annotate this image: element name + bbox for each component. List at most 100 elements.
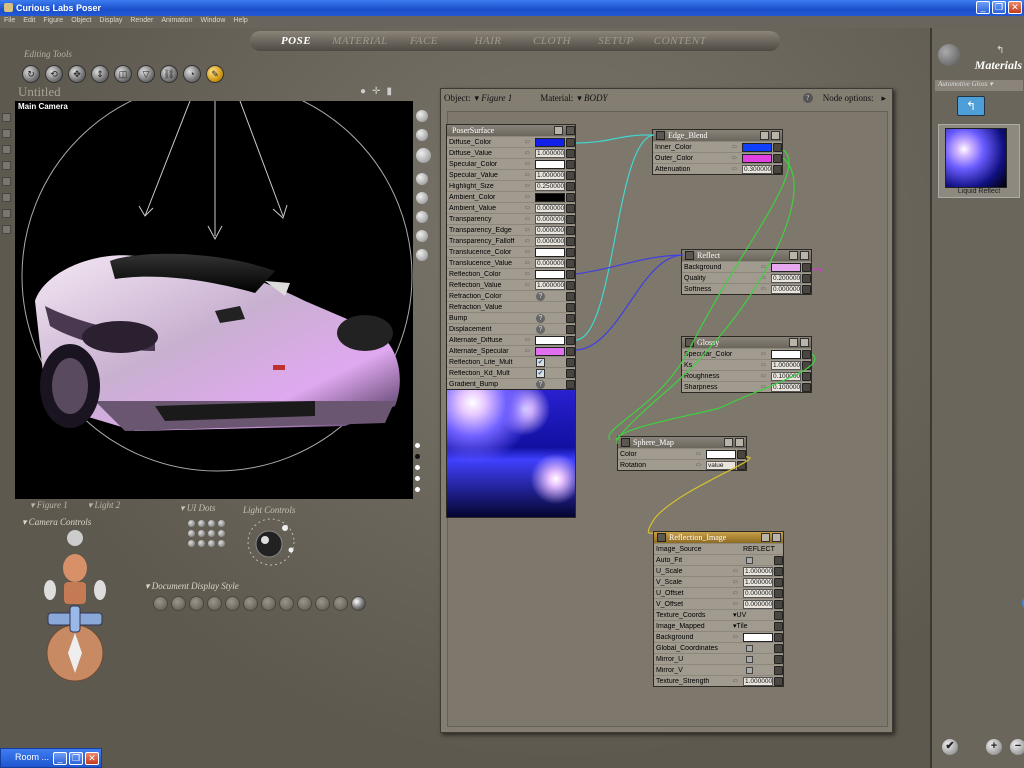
node-param-row[interactable]: U_Scale ▭ 1.000000	[654, 565, 783, 576]
node-param-row[interactable]: Diffuse_Value ▭ 1.000000	[447, 147, 575, 158]
input-plug-icon[interactable]	[802, 349, 811, 359]
control-ball[interactable]	[416, 211, 428, 223]
move-icon[interactable]: ✛	[372, 86, 380, 97]
ui-dot[interactable]	[218, 540, 225, 547]
tab-pose[interactable]: POSE	[264, 35, 328, 47]
node-param-row[interactable]: Reflection_Lite_Mult ✔	[447, 356, 575, 367]
input-plug-icon[interactable]	[773, 142, 782, 152]
input-plug-icon[interactable]	[737, 460, 746, 470]
node-param-row[interactable]: Inner_Color ▭	[653, 141, 782, 152]
display-style-silhouette[interactable]	[153, 596, 168, 611]
tab-setup[interactable]: SETUP	[584, 35, 648, 47]
node-param-row[interactable]: Highlight_Size ▭ 0.250000	[447, 180, 575, 191]
scale-icon[interactable]: ◫	[114, 65, 132, 83]
input-plug-icon[interactable]	[566, 346, 575, 356]
resize-icon[interactable]: ▮	[386, 86, 392, 97]
node-param-row[interactable]: Ambient_Value ▭ 0.000000	[447, 202, 575, 213]
memory-dot[interactable]	[415, 454, 420, 459]
color-swatch[interactable]	[535, 335, 565, 345]
library-return-icon[interactable]: ↰	[996, 45, 1004, 56]
keyframe-icon[interactable]: ▭	[761, 275, 770, 281]
node-options-icon[interactable]	[724, 438, 733, 447]
node-param-row[interactable]: Ambient_Color ▭	[447, 191, 575, 202]
node-param-row[interactable]: Outer_Color ▭	[653, 152, 782, 163]
node-param-row[interactable]: U_Offset ▭ 0.000000	[654, 587, 783, 598]
param-value-field[interactable]: 1.000000	[535, 170, 565, 180]
apply-check-icon[interactable]: ✔	[942, 739, 958, 755]
param-value-field[interactable]: 0.000000	[535, 203, 565, 213]
left-toolbar-button[interactable]	[2, 129, 11, 138]
keyframe-icon[interactable]: ▭	[696, 462, 705, 468]
input-plug-icon[interactable]	[774, 566, 783, 576]
color-swatch[interactable]	[771, 262, 801, 272]
keyframe-icon[interactable]: ▭	[525, 238, 534, 244]
input-plug-icon[interactable]	[566, 302, 575, 312]
node-edge-blend[interactable]: Edge_Blend Inner_Color ▭ Outer_Color ▭ Atten…	[652, 129, 783, 175]
node-param-row[interactable]: Alternate_Diffuse ▭	[447, 334, 575, 345]
tab-cloth[interactable]: CLOTH	[520, 35, 584, 47]
checkbox[interactable]	[746, 655, 753, 663]
input-plug-icon[interactable]	[774, 599, 783, 609]
node-preview-icon[interactable]	[800, 338, 809, 347]
node-param-row[interactable]: Gradient_Bump?	[447, 378, 575, 389]
ui-dot[interactable]	[218, 530, 225, 537]
node-options-icon[interactable]	[761, 533, 770, 542]
input-plug-icon[interactable]	[802, 382, 811, 392]
tab-face[interactable]: FACE	[392, 35, 456, 47]
ui-dot[interactable]	[198, 520, 205, 527]
node-reflection-image[interactable]: Reflection_Image Image_Source REFLECT Auto…	[653, 531, 784, 687]
control-ball[interactable]	[416, 230, 428, 242]
input-plug-icon[interactable]	[566, 214, 575, 224]
param-value-field[interactable]: 0.000000	[535, 225, 565, 235]
node-options-icon[interactable]	[760, 131, 769, 140]
param-value-field[interactable]: 0.000000	[771, 284, 801, 294]
node-param-row[interactable]: Global_Coordinates	[654, 642, 783, 653]
input-plug-icon[interactable]	[566, 280, 575, 290]
keyframe-icon[interactable]: ▭	[525, 216, 534, 222]
keyframe-icon[interactable]: ▭	[525, 271, 534, 277]
display-style-smooth-lined[interactable]	[333, 596, 348, 611]
display-style-texture-shaded[interactable]	[351, 596, 366, 611]
input-plug-icon[interactable]	[566, 137, 575, 147]
node-options-icon[interactable]	[789, 251, 798, 260]
node-param-row[interactable]: Diffuse_Color ▭	[447, 136, 575, 147]
left-toolbar-button[interactable]	[2, 209, 11, 218]
input-plug-icon[interactable]	[802, 262, 811, 272]
input-plug-icon[interactable]	[566, 225, 575, 235]
keyframe-icon[interactable]: ▭	[525, 150, 534, 156]
param-text-value[interactable]: REFLECT	[743, 546, 783, 553]
node-param-row[interactable]: Mirror_U	[654, 653, 783, 664]
node-param-row[interactable]: Transparency_Edge ▭ 0.000000	[447, 224, 575, 235]
node-param-row[interactable]: Texture_Coords ▾UV	[654, 609, 783, 620]
add-icon[interactable]: +	[986, 739, 1002, 755]
translate-icon[interactable]: ✥	[68, 65, 86, 83]
node-param-row[interactable]: Translucence_Value ▭ 0.000000	[447, 257, 575, 268]
color-icon[interactable]: ◔	[183, 65, 201, 83]
node-param-row[interactable]: Image_Source REFLECT	[654, 543, 783, 554]
node-param-row[interactable]: Attenuation ▭ 0.300000	[653, 163, 782, 174]
node-sphere-map[interactable]: Sphere_Map Color ▭ Rotation ▭ value	[617, 436, 747, 471]
control-ball[interactable]	[416, 249, 428, 261]
input-plug-icon[interactable]	[566, 291, 575, 301]
keyframe-icon[interactable]: ▭	[525, 227, 534, 233]
display-style-cartoon-line[interactable]	[297, 596, 312, 611]
node-header[interactable]: Reflection_Image	[654, 532, 783, 543]
param-value-field[interactable]: value	[706, 460, 736, 470]
figure-menu[interactable]: ▾ Figure 1	[30, 500, 68, 511]
param-value-field[interactable]: 0.300000	[742, 164, 772, 174]
object-dropdown[interactable]: ▾ Figure 1	[475, 93, 513, 104]
ui-dots-label[interactable]: ▾ UI Dots	[180, 503, 216, 514]
grouping-icon[interactable]: ✎	[206, 65, 224, 83]
input-plug-icon[interactable]	[566, 236, 575, 246]
input-plug-icon[interactable]	[774, 632, 783, 642]
color-swatch[interactable]	[706, 449, 736, 459]
keyframe-icon[interactable]: ▭	[525, 172, 534, 178]
minimize-icon[interactable]: _	[976, 1, 990, 14]
remove-icon[interactable]: −	[1010, 739, 1024, 755]
keyframe-icon[interactable]: ▭	[525, 183, 534, 189]
memory-dot[interactable]	[415, 487, 420, 492]
node-preview-icon[interactable]	[772, 533, 781, 542]
node-header[interactable]: Edge_Blend	[653, 130, 782, 141]
input-plug-icon[interactable]	[566, 181, 575, 191]
keyframe-icon[interactable]: ▭	[733, 590, 742, 596]
